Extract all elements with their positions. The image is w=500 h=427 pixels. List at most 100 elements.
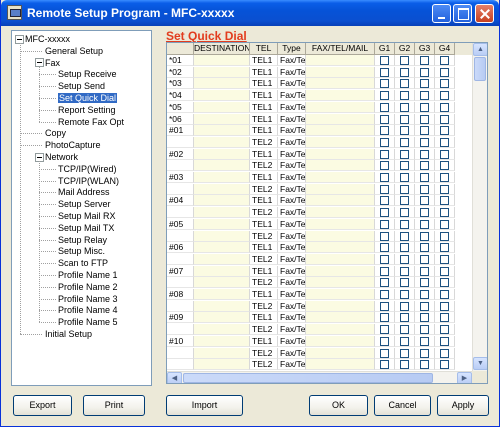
group-checkbox[interactable] bbox=[440, 243, 449, 253]
group-checkbox[interactable] bbox=[440, 290, 449, 299]
group-checkbox[interactable] bbox=[420, 336, 429, 346]
tree-item[interactable]: Profile Name 3 bbox=[58, 293, 118, 305]
tree-item[interactable]: PhotoCapture bbox=[45, 139, 101, 151]
group-checkbox[interactable] bbox=[380, 79, 389, 89]
group-checkbox[interactable] bbox=[440, 196, 449, 206]
cancel-button[interactable]: Cancel bbox=[374, 395, 431, 416]
tree-item[interactable]: Setup Receive bbox=[58, 68, 117, 80]
scroll-left-button[interactable]: ◀ bbox=[167, 372, 182, 383]
group-checkbox[interactable] bbox=[380, 196, 389, 206]
group-checkbox[interactable] bbox=[440, 231, 449, 241]
group-checkbox[interactable] bbox=[400, 360, 409, 370]
table-row[interactable]: TEL2 Fax/Tel bbox=[167, 324, 472, 336]
group-checkbox[interactable] bbox=[400, 254, 409, 264]
fax-tel-mail-cell[interactable] bbox=[306, 347, 375, 359]
tree-item[interactable]: Setup Mail TX bbox=[58, 222, 114, 234]
group-checkbox[interactable] bbox=[380, 102, 389, 112]
scroll-thumb[interactable] bbox=[474, 57, 486, 81]
destination-cell[interactable] bbox=[194, 312, 250, 324]
group-checkbox[interactable] bbox=[420, 278, 429, 288]
import-button[interactable]: Import bbox=[166, 395, 243, 416]
fax-tel-mail-cell[interactable] bbox=[306, 207, 375, 219]
column-header[interactable]: G1 bbox=[375, 43, 395, 55]
destination-cell[interactable] bbox=[194, 335, 250, 347]
tree-item[interactable]: Setup Server bbox=[58, 198, 111, 210]
group-checkbox[interactable] bbox=[400, 196, 409, 206]
close-button[interactable] bbox=[475, 4, 494, 23]
fax-tel-mail-cell[interactable] bbox=[306, 277, 375, 289]
title-bar[interactable]: Remote Setup Program - MFC-xxxxx bbox=[1, 0, 499, 26]
group-checkbox[interactable] bbox=[440, 208, 449, 218]
fax-tel-mail-cell[interactable] bbox=[306, 312, 375, 324]
group-checkbox[interactable] bbox=[420, 56, 429, 65]
table-row[interactable]: TEL2 Fax/Tel bbox=[167, 277, 472, 289]
destination-cell[interactable] bbox=[194, 148, 250, 160]
fax-tel-mail-cell[interactable] bbox=[306, 66, 375, 78]
group-checkbox[interactable] bbox=[400, 266, 409, 276]
fax-tel-mail-cell[interactable] bbox=[306, 90, 375, 102]
group-checkbox[interactable] bbox=[400, 161, 409, 171]
tree-item[interactable]: Report Setting bbox=[58, 104, 116, 116]
group-checkbox[interactable] bbox=[380, 137, 389, 147]
group-checkbox[interactable] bbox=[400, 56, 409, 65]
group-checkbox[interactable] bbox=[440, 348, 449, 358]
group-checkbox[interactable] bbox=[400, 126, 409, 136]
apply-button[interactable]: Apply bbox=[437, 395, 489, 416]
group-checkbox[interactable] bbox=[380, 360, 389, 370]
group-checkbox[interactable] bbox=[420, 173, 429, 182]
group-checkbox[interactable] bbox=[380, 208, 389, 218]
group-checkbox[interactable] bbox=[440, 161, 449, 171]
fax-tel-mail-cell[interactable] bbox=[306, 78, 375, 90]
group-checkbox[interactable] bbox=[400, 184, 409, 194]
destination-cell[interactable] bbox=[194, 230, 250, 242]
fax-tel-mail-cell[interactable] bbox=[306, 55, 375, 66]
destination-cell[interactable] bbox=[194, 253, 250, 265]
fax-tel-mail-cell[interactable] bbox=[306, 253, 375, 265]
scroll-down-button[interactable]: ▼ bbox=[473, 357, 487, 370]
tree-item[interactable]: TCP/IP(Wired) bbox=[58, 163, 117, 175]
fax-tel-mail-cell[interactable] bbox=[306, 289, 375, 300]
table-row[interactable]: *01 TEL1 Fax/Tel bbox=[167, 55, 472, 66]
tree-item[interactable]: Setup Relay bbox=[58, 234, 107, 246]
group-checkbox[interactable] bbox=[380, 173, 389, 182]
table-row[interactable]: TEL2 Fax/Tel bbox=[167, 347, 472, 359]
table-row[interactable]: TEL2 Fax/Tel bbox=[167, 207, 472, 219]
group-checkbox[interactable] bbox=[400, 208, 409, 218]
ok-button[interactable]: OK bbox=[309, 395, 368, 416]
tree-item[interactable]: General Setup bbox=[45, 45, 103, 57]
group-checkbox[interactable] bbox=[420, 231, 429, 241]
destination-cell[interactable] bbox=[194, 113, 250, 125]
column-header[interactable]: G3 bbox=[415, 43, 435, 55]
group-checkbox[interactable] bbox=[380, 254, 389, 264]
fax-tel-mail-cell[interactable] bbox=[306, 218, 375, 230]
group-checkbox[interactable] bbox=[400, 313, 409, 323]
minimize-button[interactable] bbox=[432, 4, 451, 23]
group-checkbox[interactable] bbox=[420, 219, 429, 229]
group-checkbox[interactable] bbox=[440, 184, 449, 194]
table-row[interactable]: #02 TEL1 Fax/Tel bbox=[167, 148, 472, 160]
group-checkbox[interactable] bbox=[380, 126, 389, 136]
tree-item[interactable]: Copy bbox=[45, 127, 66, 139]
fax-tel-mail-cell[interactable] bbox=[306, 324, 375, 336]
table-row[interactable]: TEL2 Fax/Tel bbox=[167, 253, 472, 265]
group-checkbox[interactable] bbox=[400, 290, 409, 299]
group-checkbox[interactable] bbox=[440, 67, 449, 77]
group-checkbox[interactable] bbox=[440, 266, 449, 276]
group-checkbox[interactable] bbox=[380, 313, 389, 323]
fax-tel-mail-cell[interactable] bbox=[306, 160, 375, 172]
table-row[interactable]: TEL2 Fax/Tel bbox=[167, 230, 472, 242]
fax-tel-mail-cell[interactable] bbox=[306, 101, 375, 113]
group-checkbox[interactable] bbox=[420, 266, 429, 276]
group-checkbox[interactable] bbox=[420, 348, 429, 358]
destination-cell[interactable] bbox=[194, 218, 250, 230]
group-checkbox[interactable] bbox=[380, 56, 389, 65]
tree-item[interactable]: Mail Address bbox=[58, 186, 110, 198]
destination-cell[interactable] bbox=[194, 125, 250, 137]
destination-cell[interactable] bbox=[194, 160, 250, 172]
table-row[interactable]: TEL2 Fax/Tel bbox=[167, 183, 472, 195]
column-header[interactable]: DESTINATION bbox=[194, 43, 250, 55]
tree-item[interactable]: Setup Send bbox=[58, 80, 105, 92]
group-checkbox[interactable] bbox=[440, 114, 449, 124]
tree-item[interactable]: Set Quick Dial bbox=[58, 92, 118, 104]
tree-item[interactable]: Profile Name 5 bbox=[58, 316, 118, 328]
